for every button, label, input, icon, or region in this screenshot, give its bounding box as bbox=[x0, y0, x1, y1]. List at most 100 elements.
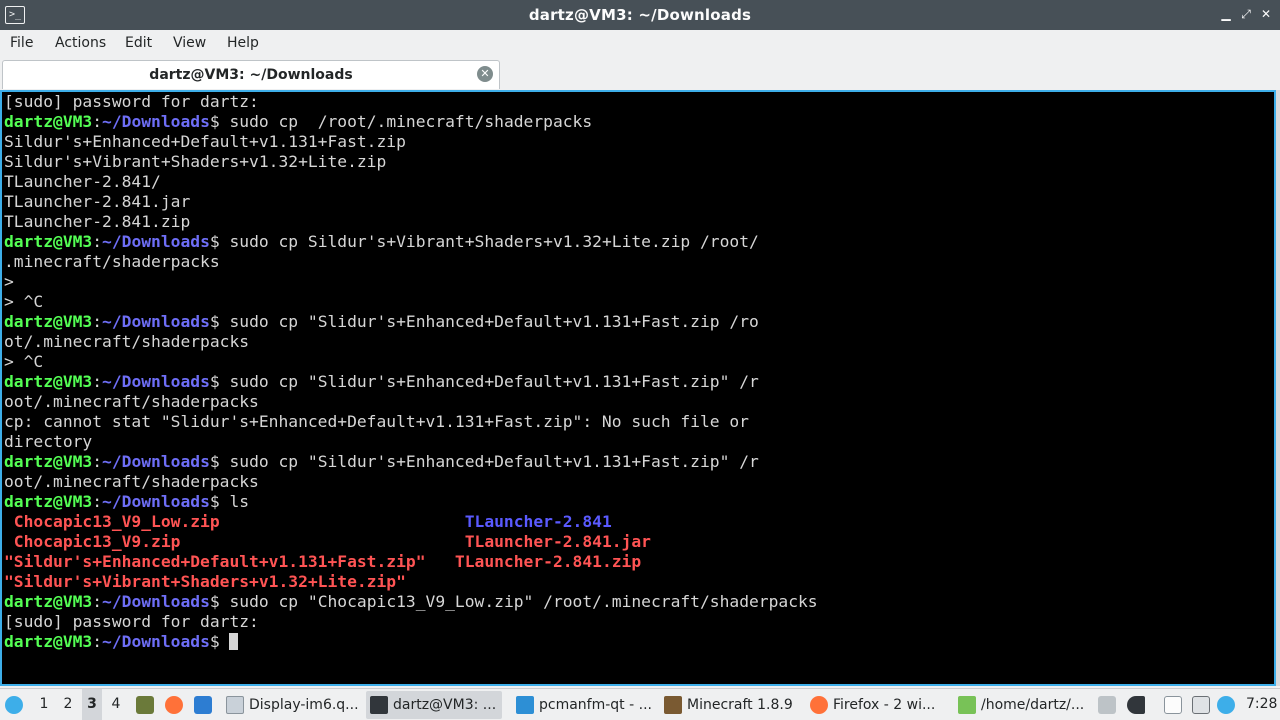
task-file-manager[interactable]: pcmanfm-qt - ... bbox=[512, 691, 654, 719]
terminal-text: : bbox=[92, 452, 103, 471]
prompt-path: ~/Downloads bbox=[102, 632, 210, 651]
terminal-line: Chocapic13_V9_Low.zip TLauncher-2.841 bbox=[4, 512, 612, 532]
tab-close-icon[interactable]: ✕ bbox=[477, 66, 493, 82]
terminal-line: TLauncher-2.841.jar bbox=[4, 192, 190, 212]
task-firefox[interactable]: Firefox - 2 wi... bbox=[806, 691, 946, 719]
window-title: dartz@VM3: ~/Downloads bbox=[528, 6, 752, 24]
terminal-text: cp: cannot stat "Slidur's+Enhanced+Defau… bbox=[4, 412, 749, 431]
task-image-viewer[interactable]: Display-im6.q... bbox=[222, 691, 359, 719]
clipboard-icon[interactable] bbox=[1164, 696, 1182, 714]
firefox-launcher-icon[interactable] bbox=[165, 696, 183, 714]
prompt-path: ~/Downloads bbox=[102, 372, 210, 391]
text-cursor bbox=[229, 633, 239, 650]
terminal-line: directory bbox=[4, 432, 92, 452]
terminal-text: [sudo] password for dartz: bbox=[4, 612, 259, 631]
maximize-button[interactable]: ⤢ bbox=[1238, 6, 1254, 22]
file-entry: TLauncher-2.841.jar bbox=[464, 532, 651, 551]
desktop-launcher-icon[interactable] bbox=[194, 696, 212, 714]
terminal-scrollbar[interactable] bbox=[1276, 90, 1280, 686]
terminal-text: [sudo] password for dartz: bbox=[4, 92, 259, 111]
prompt-user: dartz@VM3 bbox=[4, 312, 93, 331]
image-viewer-icon bbox=[226, 696, 244, 714]
terminal-text: : bbox=[92, 492, 103, 511]
desktop-switch-1[interactable]: 1 bbox=[34, 689, 54, 720]
prompt-user: dartz@VM3 bbox=[4, 452, 93, 471]
terminal-line: cp: cannot stat "Slidur's+Enhanced+Defau… bbox=[4, 412, 749, 432]
window-titlebar[interactable]: >_ dartz@VM3: ~/Downloads ▁ ⤢ ✕ bbox=[0, 0, 1280, 30]
minimize-button[interactable]: ▁ bbox=[1218, 6, 1234, 22]
update-notifier-icon[interactable] bbox=[1217, 696, 1235, 714]
terminal-line: Chocapic13_V9.zip TLauncher-2.841.jar bbox=[4, 532, 651, 552]
terminal-line: oot/.minecraft/shaderpacks bbox=[4, 392, 259, 412]
terminal-text: : bbox=[92, 232, 103, 251]
file-entry: "Sildur's+Vibrant+Shaders+v1.32+Lite.zip… bbox=[4, 572, 406, 591]
terminal-line: TLauncher-2.841.zip bbox=[4, 212, 190, 232]
prompt-path: ~/Downloads bbox=[102, 492, 210, 511]
prompt-path: ~/Downloads bbox=[102, 312, 210, 331]
tab-terminal[interactable]: dartz@VM3: ~/Downloads ✕ bbox=[2, 60, 500, 89]
start-menu-icon[interactable] bbox=[5, 696, 23, 714]
terminal-text: $ sudo cp "Sildur's+Enhanced+Default+v1.… bbox=[209, 452, 759, 471]
desktop-switch-3[interactable]: 3 bbox=[82, 689, 102, 720]
task-home-folder[interactable]: /home/dartz/... bbox=[954, 691, 1092, 719]
taskbar: 1 2 3 4 Display-im6.q... dartz@VM3: ... … bbox=[0, 688, 1280, 720]
terminal-line: > ^C bbox=[4, 352, 43, 372]
terminal-line: TLauncher-2.841/ bbox=[4, 172, 161, 192]
directory-entry: TLauncher-2.841 bbox=[464, 512, 612, 531]
prompt-user: dartz@VM3 bbox=[4, 632, 93, 651]
menu-edit[interactable]: Edit bbox=[125, 30, 152, 56]
desktop-switch-4[interactable]: 4 bbox=[106, 689, 126, 720]
terminal-line: dartz@VM3:~/Downloads$ sudo cp Sildur's+… bbox=[4, 232, 759, 252]
close-window-button[interactable]: ✕ bbox=[1258, 6, 1274, 22]
terminal-text: > ^C bbox=[4, 352, 44, 371]
clock[interactable]: 7:28 bbox=[1246, 689, 1277, 720]
volume-icon[interactable] bbox=[1127, 696, 1145, 714]
terminal-line: Sildur's+Vibrant+Shaders+v1.32+Lite.zip bbox=[4, 152, 386, 172]
terminal-line: "Sildur's+Enhanced+Default+v1.131+Fast.z… bbox=[4, 552, 641, 572]
terminal-line: [sudo] password for dartz: bbox=[4, 612, 259, 632]
android-icon bbox=[958, 696, 976, 714]
menu-file[interactable]: File bbox=[10, 30, 33, 56]
terminal-text: Sildur's+Vibrant+Shaders+v1.32+Lite.zip bbox=[4, 152, 387, 171]
terminal-text: .minecraft/shaderpacks bbox=[4, 252, 220, 271]
prompt-user: dartz@VM3 bbox=[4, 592, 93, 611]
folder-icon bbox=[516, 696, 534, 714]
terminal-text: > bbox=[4, 272, 14, 291]
display-icon[interactable] bbox=[1192, 696, 1210, 714]
terminal-line: dartz@VM3:~/Downloads$ sudo cp "Chocapic… bbox=[4, 592, 818, 612]
terminal-text: $ ls bbox=[209, 492, 250, 511]
task-label: pcmanfm-qt - ... bbox=[539, 697, 652, 713]
menu-view[interactable]: View bbox=[173, 30, 206, 56]
eject-icon[interactable] bbox=[1098, 696, 1116, 714]
prompt-path: ~/Downloads bbox=[102, 112, 210, 131]
file-entry: Chocapic13_V9.zip bbox=[4, 532, 181, 551]
terminal-output[interactable]: [sudo] password for dartz: dartz@VM3:~/Do… bbox=[0, 90, 1276, 686]
terminal-text: TLauncher-2.841/ bbox=[4, 172, 161, 191]
prompt-path: ~/Downloads bbox=[102, 232, 210, 251]
file-entry: "Sildur's+Enhanced+Default+v1.131+Fast.z… bbox=[4, 552, 426, 571]
prompt-user: dartz@VM3 bbox=[4, 112, 93, 131]
task-terminal[interactable]: dartz@VM3: ... bbox=[366, 691, 502, 719]
terminal-text: $ sudo cp /root/.minecraft/shaderpacks bbox=[209, 112, 593, 131]
task-minecraft[interactable]: Minecraft 1.8.9 bbox=[660, 691, 796, 719]
task-label: dartz@VM3: ... bbox=[393, 697, 497, 713]
menu-actions[interactable]: Actions bbox=[55, 30, 106, 56]
terminal-text: $ bbox=[209, 632, 230, 651]
terminal-text: Sildur's+Enhanced+Default+v1.131+Fast.zi… bbox=[4, 132, 406, 151]
terminal-text: $ sudo cp "Chocapic13_V9_Low.zip" /root/… bbox=[209, 592, 818, 611]
terminal-text: TLauncher-2.841.jar bbox=[4, 192, 191, 211]
task-label: Firefox - 2 wi... bbox=[833, 697, 936, 713]
notes-launcher-icon[interactable] bbox=[136, 696, 154, 714]
menu-help[interactable]: Help bbox=[227, 30, 259, 56]
desktop-switch-2[interactable]: 2 bbox=[58, 689, 78, 720]
terminal-text: directory bbox=[4, 432, 93, 451]
terminal-line: [sudo] password for dartz: bbox=[4, 92, 259, 112]
tab-bar: dartz@VM3: ~/Downloads ✕ bbox=[0, 56, 1280, 90]
terminal-line: > bbox=[4, 272, 14, 292]
prompt-path: ~/Downloads bbox=[102, 592, 210, 611]
file-entry: TLauncher-2.841.zip bbox=[454, 552, 642, 571]
tab-label: dartz@VM3: ~/Downloads bbox=[149, 67, 353, 83]
terminal-text: $ sudo cp "Slidur's+Enhanced+Default+v1.… bbox=[209, 312, 759, 331]
